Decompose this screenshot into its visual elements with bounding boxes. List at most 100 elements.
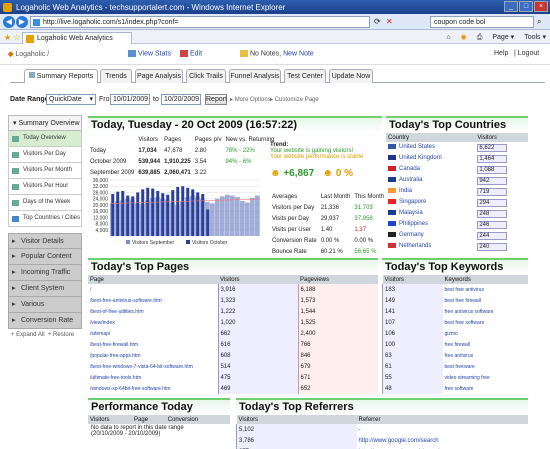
keyword-row[interactable]: 48 free software	[382, 383, 528, 394]
page-row[interactable]: /popular-free-apps.htm 608 846	[88, 350, 378, 361]
gain-value: +6,867	[283, 168, 315, 179]
expand-all-link[interactable]: + Expand All	[11, 332, 45, 338]
sidebar-item-today-overview[interactable]: Today Overview	[8, 131, 82, 147]
edit-icon	[180, 50, 188, 57]
more-options-link[interactable]: ▸ More Options	[230, 96, 271, 103]
calendar-icon	[12, 200, 19, 206]
page-row[interactable]: /best-free-firewall.htm 616 766	[88, 339, 378, 350]
sidebar-section-incoming-traffic[interactable]: Incoming Traffic	[8, 265, 82, 281]
country-row[interactable]: Canada 1,088	[386, 164, 528, 175]
forward-icon[interactable]: ▶	[16, 16, 28, 28]
tab-update-now[interactable]: Update Now	[329, 69, 373, 83]
country-row[interactable]: Netherlands 240	[386, 241, 528, 252]
overview-title: Today, Tuesday - 20 Oct 2009 (16:57:22)	[88, 118, 382, 133]
keywords-title: Today's Top Keywords	[382, 260, 528, 275]
report-button[interactable]: Report	[205, 94, 227, 105]
help-link[interactable]: Help	[494, 50, 508, 57]
tab-test-center[interactable]: Test Center	[284, 69, 326, 83]
page-row[interactable]: /best-free-windows-7-vista-64-bit-softwa…	[88, 361, 378, 372]
browser-tab[interactable]: Logaholic Web Analytics	[22, 32, 132, 44]
print-icon[interactable]: ⎙	[477, 32, 483, 43]
new-note-link[interactable]: New Note	[283, 50, 314, 57]
add-favorite-icon[interactable]: ☆	[13, 33, 20, 42]
keyword-row[interactable]: 149 best free firewall	[382, 295, 528, 306]
restore-link[interactable]: + Restore	[48, 332, 74, 338]
referrer-row[interactable]: 3,786 http://www.google.com/search	[236, 435, 528, 446]
visitors-chart: 36,00032,00028,00024,00020,00016,00012,0…	[93, 178, 261, 246]
tab-trends[interactable]: Trends	[100, 69, 132, 83]
bar-october	[116, 191, 120, 236]
back-icon[interactable]: ◀	[3, 16, 15, 28]
country-row[interactable]: Australia 942	[386, 175, 528, 186]
tab-funnel-analysis[interactable]: Funnel Analysis	[229, 69, 281, 83]
sidebar-item-visitors-per-month[interactable]: Visitors Per Month	[8, 163, 82, 179]
sidebar-section-various[interactable]: Various	[8, 297, 82, 313]
sidebar-section-conversion-rate[interactable]: Conversion Rate	[8, 313, 82, 329]
logaholic-logo[interactable]: ◆ Logaholic /	[8, 50, 49, 58]
logout-link[interactable]: | Logout	[514, 50, 539, 57]
sidebar-item-visitors-per-hour[interactable]: Visitors Per Hour	[8, 179, 82, 195]
bar-september	[210, 203, 215, 236]
from-date-input[interactable]: 10/01/2009	[110, 94, 150, 105]
country-row[interactable]: United States 6,622	[386, 142, 528, 153]
country-row[interactable]: Singapore 294	[386, 197, 528, 208]
url-input[interactable]: http://live.logaholic.com/s1/index.php?c…	[30, 16, 370, 28]
to-date-input[interactable]: 10/20/2009	[161, 94, 201, 105]
keyword-row[interactable]: 61 best freeware	[382, 361, 528, 372]
page-row[interactable]: /3,916 6,188	[88, 284, 378, 295]
tab-favicon	[26, 35, 34, 43]
sidebar-item-visitors-per-day[interactable]: Visitors Per Day	[8, 147, 82, 163]
page-row[interactable]: /view/index 1,020 1,525	[88, 317, 378, 328]
tab-click-trails[interactable]: Click Trails	[186, 69, 226, 83]
favorites-icon[interactable]: ★	[4, 33, 11, 42]
feeds-icon[interactable]: ◉	[461, 32, 467, 43]
keyword-row[interactable]: 55 video streaming free	[382, 372, 528, 383]
today-overview-panel: Today, Tuesday - 20 Oct 2009 (16:57:22) …	[88, 116, 384, 255]
averages-table: Averages Last Month This Month Visitors pe…	[272, 193, 385, 255]
close-button[interactable]: ×	[534, 1, 548, 12]
stop-icon[interactable]: ✕	[386, 17, 393, 26]
quickdate-select[interactable]: QuickDate ▾	[46, 94, 96, 105]
sidebar-item-top-countries[interactable]: Top Countries / Cities	[8, 211, 82, 227]
sidebar-section-visitor-details[interactable]: Visitor Details	[8, 233, 82, 249]
country-row[interactable]: Germany 244	[386, 230, 528, 241]
referrer-row[interactable]: 5,102-	[236, 424, 528, 435]
keyword-row[interactable]: 183 best free antivirus	[382, 284, 528, 295]
sidebar-section-popular-content[interactable]: Popular Content	[8, 249, 82, 265]
sidebar-section-client-system[interactable]: Client System	[8, 281, 82, 297]
country-row[interactable]: Philippines 246	[386, 219, 528, 230]
page-row[interactable]: /best-of-free-utilities.htm 1,222 1,544	[88, 306, 378, 317]
tools-menu[interactable]: Tools ▾	[524, 32, 546, 43]
bar-october	[136, 192, 140, 236]
page-row[interactable]: /sitemap/662 2,400	[88, 328, 378, 339]
page-row[interactable]: /windows-xp-64bit-free-software.htm 469 65…	[88, 383, 378, 394]
page-row[interactable]: /ultimate-free-tools.htm 475 671	[88, 372, 378, 383]
page-menu[interactable]: Page ▾	[492, 32, 514, 43]
customize-page-link[interactable]: ▸ Customize Page	[270, 96, 319, 103]
page-row[interactable]: /best-free-antivirus-software.htm 1,323 1,…	[88, 295, 378, 306]
keyword-row[interactable]: 141 free antivirus software	[382, 306, 528, 317]
refresh-icon[interactable]: ⟳	[374, 17, 381, 26]
country-row[interactable]: India 719	[386, 186, 528, 197]
y-tick-label: 4,000	[95, 228, 108, 234]
tab-summary-reports[interactable]: Summary Reports	[24, 69, 98, 83]
address-bar-row: ◀ ▶ http://live.logaholic.com/s1/index.p…	[0, 14, 550, 30]
maximize-button[interactable]: □	[519, 1, 533, 12]
search-icon[interactable]: ⌕	[537, 17, 547, 27]
keyword-row[interactable]: 63 free antivirus	[382, 350, 528, 361]
sidebar-header[interactable]: ▾ Summary Overview	[8, 115, 82, 131]
keyword-row[interactable]: 107 best free software	[382, 317, 528, 328]
edit-link[interactable]: Edit	[180, 50, 202, 57]
keyword-row[interactable]: 106 gizmo	[382, 328, 528, 339]
country-row[interactable]: United Kingdom 1,464	[386, 153, 528, 164]
home-icon[interactable]: ⌂	[446, 32, 450, 43]
chart-icon	[12, 168, 19, 174]
tab-page-analysis[interactable]: Page Analysis	[135, 69, 183, 83]
view-stats-link[interactable]: View Stats	[128, 50, 171, 57]
country-row[interactable]: Malaysia 248	[386, 208, 528, 219]
minimize-button[interactable]: _	[504, 1, 518, 12]
sidebar-item-days-of-week[interactable]: Days of the Week	[8, 195, 82, 211]
y-tick-label: 8,000	[95, 222, 108, 228]
search-input[interactable]: coupon code bol	[430, 16, 534, 28]
keyword-row[interactable]: 100 free firewall	[382, 339, 528, 350]
